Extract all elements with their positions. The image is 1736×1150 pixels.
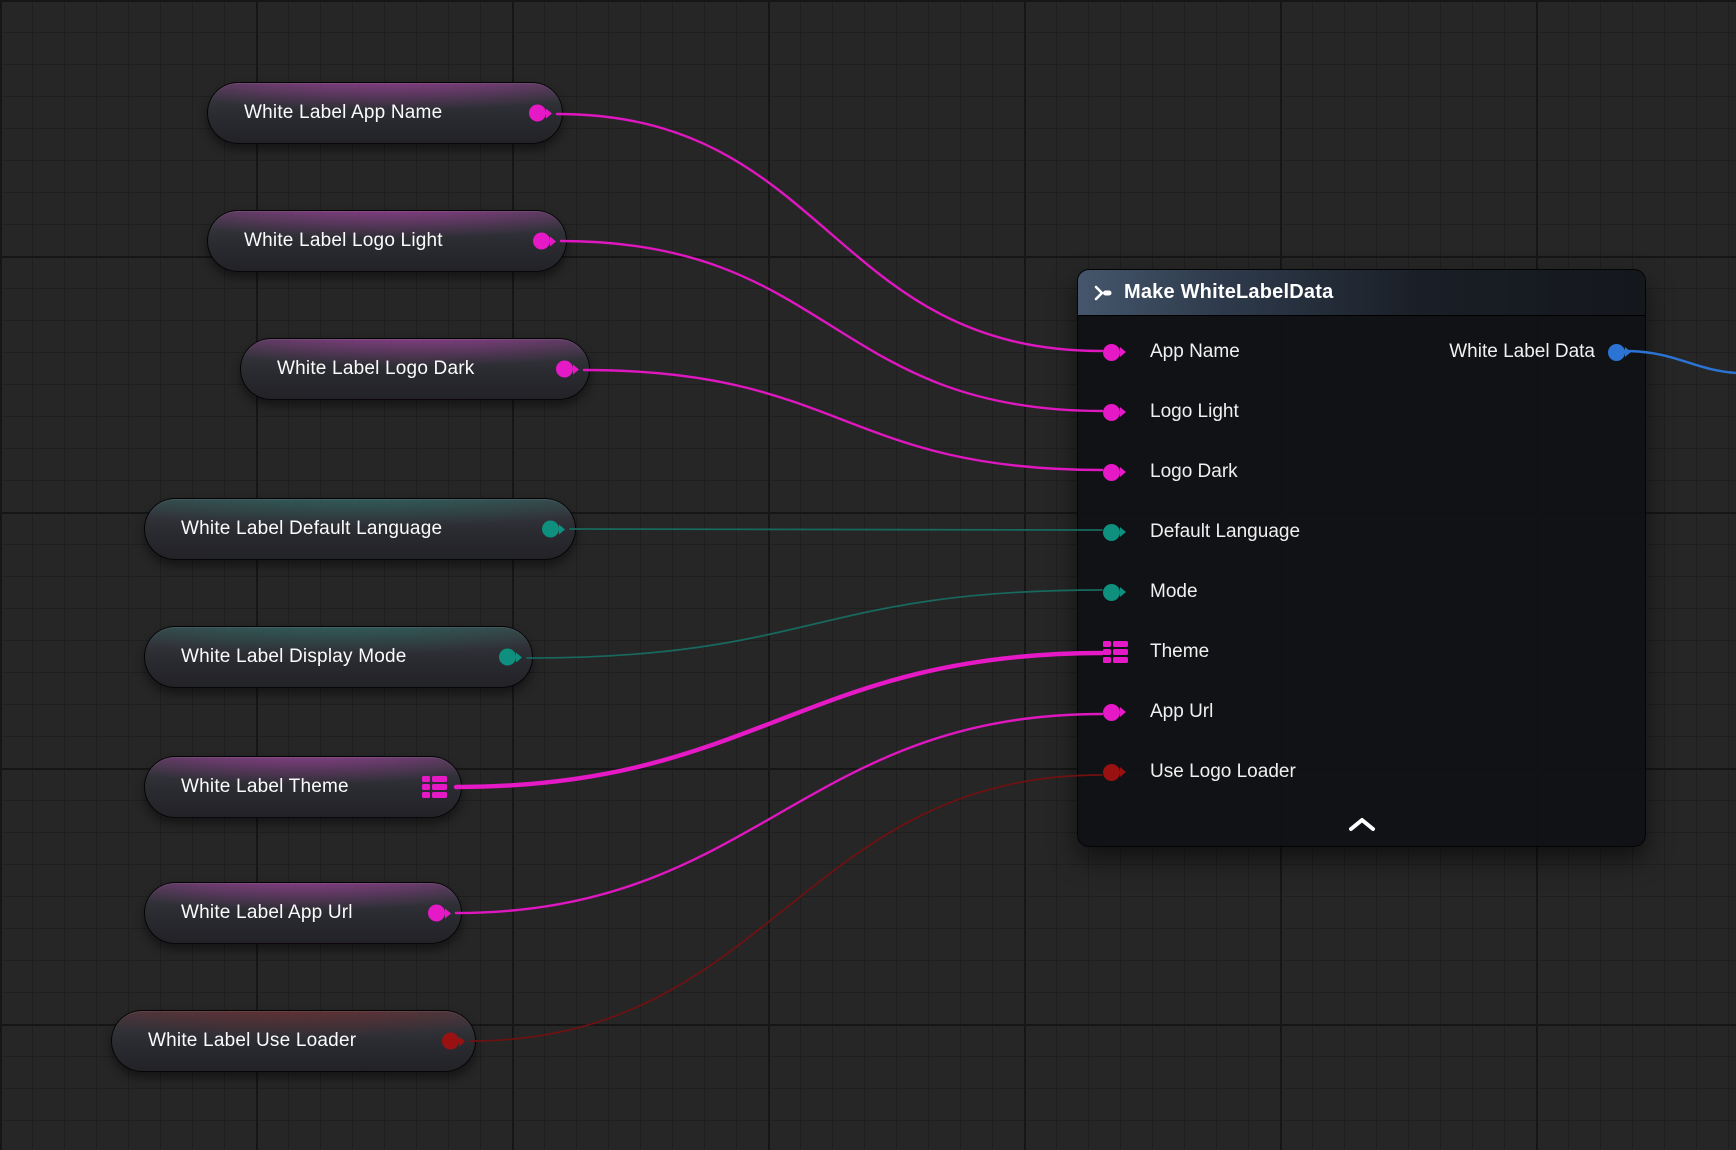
output-row-white-label-data: White Label Data — [1449, 322, 1625, 382]
input-row-default-language: Default Language — [1078, 502, 1645, 562]
variable-node-white-label-app-name[interactable]: White Label App Name — [207, 82, 563, 144]
pin-label: Logo Light — [1150, 401, 1239, 423]
pin-label: Default Language — [1150, 521, 1300, 543]
node-body: App Name Logo Light Logo Dark Default La… — [1078, 316, 1645, 802]
enum-output-pin[interactable] — [499, 649, 516, 666]
variable-node-label: White Label Logo Dark — [277, 358, 474, 380]
struct-output-pin[interactable] — [1608, 344, 1625, 361]
variable-node-white-label-theme[interactable]: White Label Theme — [144, 756, 462, 818]
variable-node-white-label-default-language[interactable]: White Label Default Language — [144, 498, 576, 560]
input-row-app-url: App Url — [1078, 682, 1645, 742]
pin-label: App Name — [1150, 341, 1240, 363]
wire-app-name[interactable] — [557, 114, 1102, 351]
blueprint-graph-canvas[interactable]: White Label App Name White Label Logo Li… — [0, 0, 1736, 1150]
struct-grid-pin[interactable] — [422, 776, 447, 798]
variable-node-label: White Label Logo Light — [244, 230, 443, 252]
wire-logo-dark[interactable] — [584, 370, 1102, 470]
wire-logo-light[interactable] — [561, 241, 1102, 411]
input-row-mode: Mode — [1078, 562, 1645, 622]
enum-output-pin[interactable] — [542, 521, 559, 538]
input-row-logo-light: Logo Light — [1078, 382, 1645, 442]
pin-label: App Url — [1150, 701, 1213, 723]
pin-label: Logo Dark — [1150, 461, 1238, 483]
variable-node-label: White Label Default Language — [181, 518, 442, 540]
string-input-pin[interactable] — [1103, 704, 1120, 721]
bool-input-pin[interactable] — [1103, 764, 1120, 781]
string-input-pin[interactable] — [1103, 344, 1120, 361]
string-input-pin[interactable] — [1103, 464, 1120, 481]
variable-node-label: White Label App Name — [244, 102, 442, 124]
variable-node-white-label-logo-light[interactable]: White Label Logo Light — [207, 210, 567, 272]
wire-use-logo-loader[interactable] — [470, 775, 1102, 1041]
make-struct-icon — [1092, 282, 1114, 304]
variable-node-label: White Label App Url — [181, 902, 353, 924]
variable-node-label: White Label Use Loader — [148, 1030, 356, 1052]
node-title: Make WhiteLabelData — [1124, 281, 1333, 304]
string-output-pin[interactable] — [533, 233, 550, 250]
variable-node-white-label-use-loader[interactable]: White Label Use Loader — [111, 1010, 476, 1072]
wire-app-url[interactable] — [456, 714, 1102, 913]
pin-label: Theme — [1150, 641, 1209, 663]
string-output-pin[interactable] — [556, 361, 573, 378]
pin-label: Use Logo Loader — [1150, 761, 1296, 783]
bool-output-pin[interactable] — [442, 1033, 459, 1050]
node-header[interactable]: Make WhiteLabelData — [1078, 270, 1645, 316]
pin-label: White Label Data — [1449, 341, 1595, 363]
wire-default-language[interactable] — [570, 529, 1102, 530]
variable-node-label: White Label Display Mode — [181, 646, 407, 668]
pin-label: Mode — [1150, 581, 1198, 603]
input-row-logo-dark: Logo Dark — [1078, 442, 1645, 502]
wire-mode[interactable] — [527, 590, 1102, 658]
struct-grid-pin[interactable] — [1103, 641, 1128, 663]
variable-node-white-label-app-url[interactable]: White Label App Url — [144, 882, 462, 944]
wire-theme[interactable] — [456, 653, 1102, 787]
variable-node-white-label-logo-dark[interactable]: White Label Logo Dark — [240, 338, 590, 400]
string-output-pin[interactable] — [529, 105, 546, 122]
string-output-pin[interactable] — [428, 905, 445, 922]
input-row-theme: Theme — [1078, 622, 1645, 682]
variable-node-white-label-display-mode[interactable]: White Label Display Mode — [144, 626, 533, 688]
enum-input-pin[interactable] — [1103, 524, 1120, 541]
collapse-node-button[interactable] — [1339, 809, 1385, 839]
string-input-pin[interactable] — [1103, 404, 1120, 421]
enum-input-pin[interactable] — [1103, 584, 1120, 601]
chevron-up-icon — [1347, 816, 1377, 832]
make-whitelabeldata-node[interactable]: Make WhiteLabelData App Name Logo Light … — [1077, 269, 1646, 847]
variable-node-label: White Label Theme — [181, 776, 349, 798]
input-row-use-logo-loader: Use Logo Loader — [1078, 742, 1645, 802]
